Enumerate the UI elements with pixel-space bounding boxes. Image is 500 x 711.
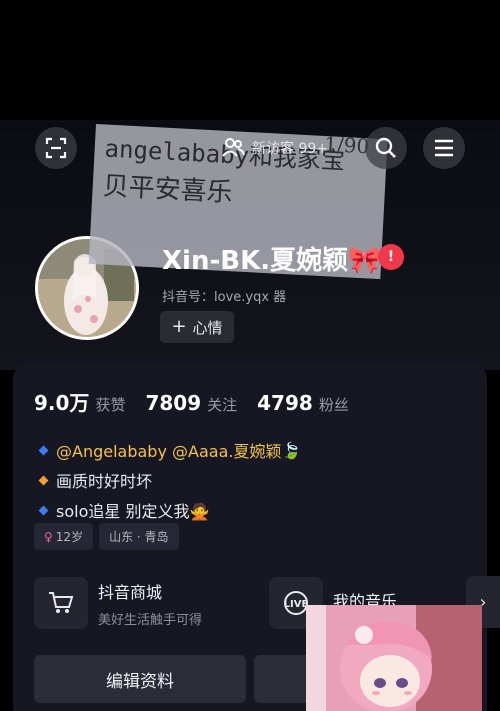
bio-line: 画质时好时坏 [38, 465, 301, 495]
bio-mentions[interactable]: @Angelababy @Aaaa.夏婉颖 [56, 438, 281, 462]
menu-icon [435, 139, 453, 157]
age-tag-label: 12岁 [55, 530, 84, 544]
search-button[interactable] [365, 127, 407, 169]
visitor-label: 新访客 99+ [252, 141, 328, 157]
anime-girl-image [306, 605, 482, 711]
location-tag-label: 山东 · 青岛 [109, 530, 169, 544]
tag-row: ♀ 12岁 山东 · 青岛 [34, 523, 179, 550]
stats-row: 9.0万 获赞 7809 关注 4798 粉丝 [34, 387, 369, 416]
scan-icon [45, 137, 67, 159]
anime-sticker [306, 605, 482, 711]
shop-entry[interactable]: 抖音商城 美好生活触手可得 [34, 576, 202, 630]
visitors-icon [222, 138, 245, 157]
mood-button[interactable]: + 心情 [160, 311, 234, 343]
alert-badge[interactable]: ! [378, 244, 404, 270]
shop-icon-box [34, 577, 88, 629]
orange-diamond-icon [38, 475, 49, 485]
search-icon [375, 137, 396, 158]
bio-line: @Angelababy @Aaaa.夏婉颖 🍃 [38, 435, 302, 465]
blue-diamond-icon [38, 505, 49, 515]
cart-icon [49, 592, 74, 613]
menu-button[interactable] [423, 127, 465, 169]
followers-label[interactable]: 粉丝 [319, 394, 349, 415]
bio-line: solo追星 别定义我🙅 [38, 495, 301, 525]
bio: @Angelababy @Aaaa.夏婉颖 🍃 画质时好时坏 solo追星 别定… [38, 435, 302, 525]
new-visitors[interactable]: 新访客 99+ [220, 135, 328, 161]
bio-text: solo追星 别定义我🙅 [56, 502, 210, 521]
svg-text:LIVE: LIVE [284, 599, 309, 610]
shop-subtitle: 美好生活触手可得 [98, 612, 203, 628]
scan-button[interactable] [35, 127, 77, 169]
female-icon: ♀ [44, 529, 53, 544]
likes-count: 9.0万 [34, 391, 90, 415]
profile-screen: angelababy和我家宝 贝平安喜乐 1/90 新访客 99+ Xin-BK… [0, 0, 500, 711]
location-tag: 山东 · 青岛 [99, 523, 179, 550]
douyin-id[interactable]: 抖音号：love.yqx 器 [162, 286, 286, 305]
secondary-button[interactable] [254, 655, 314, 703]
blue-diamond-icon [38, 445, 49, 455]
age-tag: ♀ 12岁 [34, 523, 94, 550]
sticker-counter: 1/90 [323, 131, 370, 159]
plus-icon: + [171, 316, 187, 337]
following-count[interactable]: 7809 [145, 391, 201, 415]
following-label[interactable]: 关注 [207, 394, 237, 415]
bio-text: 画质时好时坏 [56, 472, 153, 491]
followers-count[interactable]: 4798 [257, 391, 313, 415]
edit-profile-button[interactable]: 编辑资料 [34, 655, 246, 703]
bio-emoji: 🍃 [281, 440, 302, 460]
likes-label: 获赞 [95, 396, 126, 414]
nickname: Xin-BK.夏婉颖🎀 [162, 246, 381, 276]
shop-title: 抖音商城 [98, 582, 163, 602]
mood-label: 心情 [192, 318, 223, 337]
